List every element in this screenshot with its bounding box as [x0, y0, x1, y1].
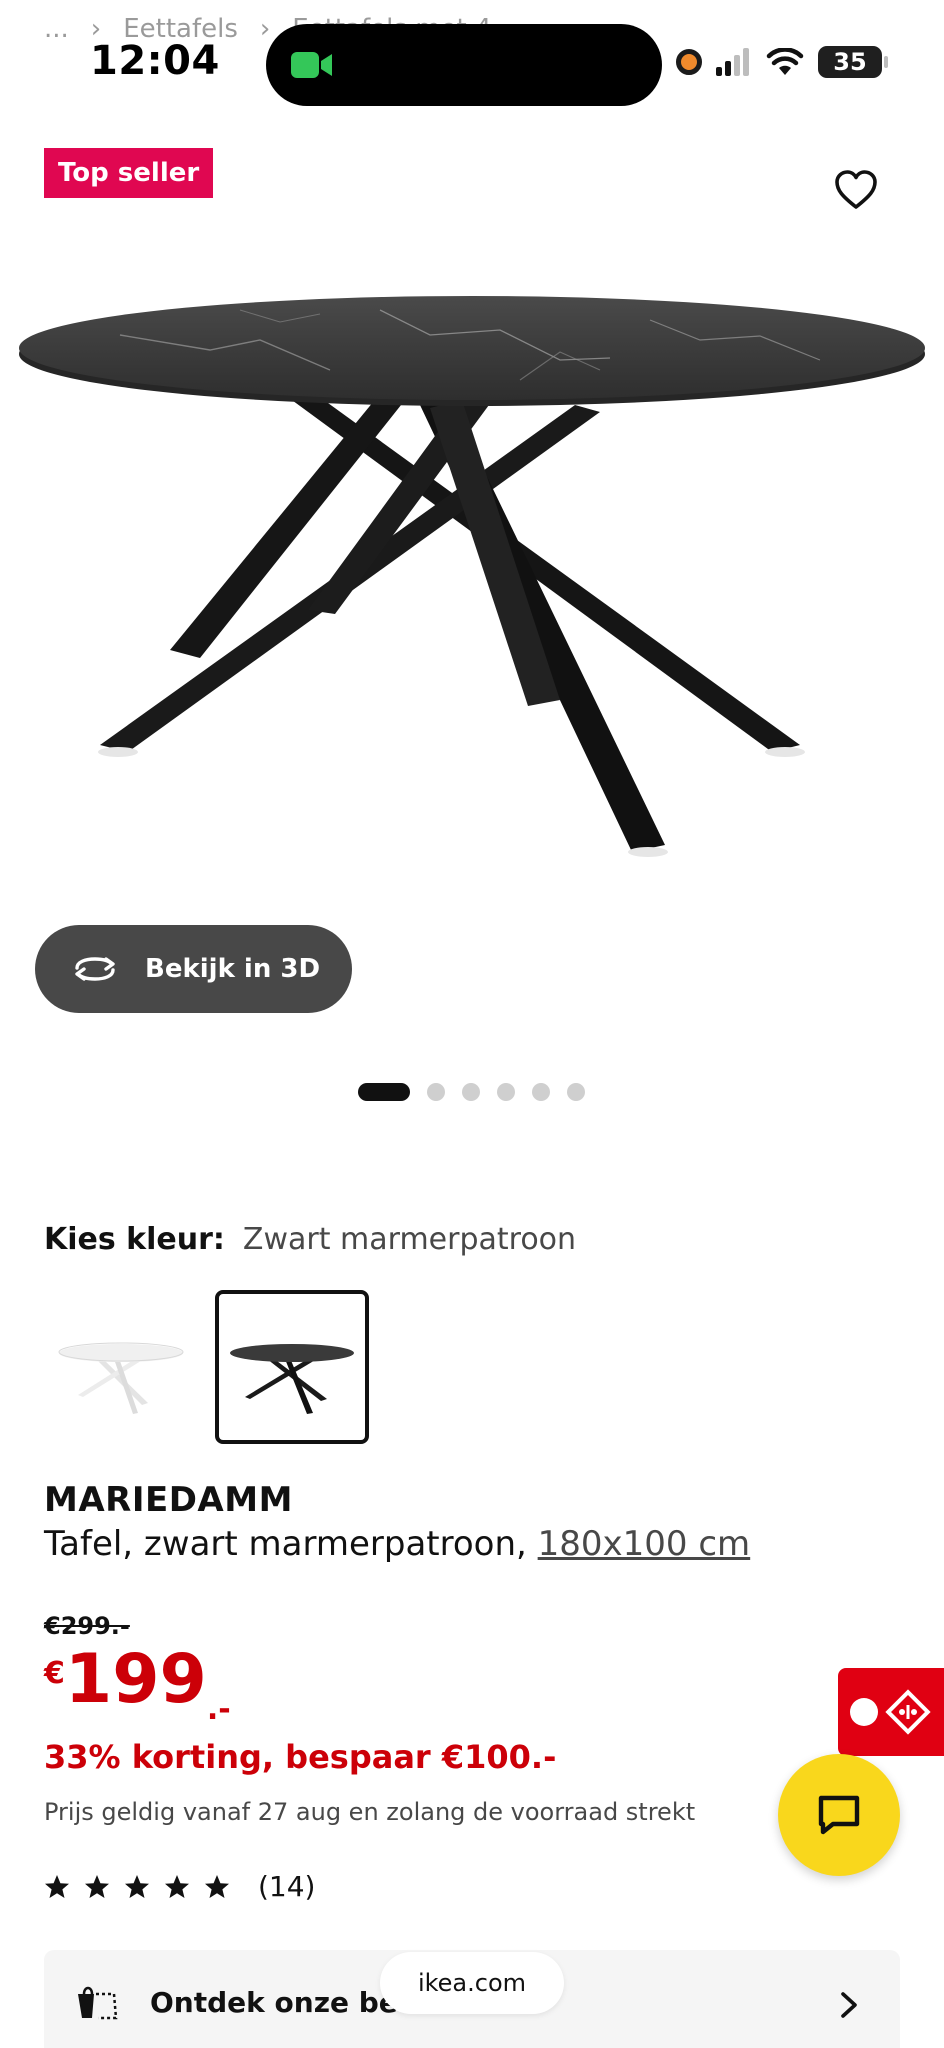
- price-currency: €: [44, 1656, 65, 1691]
- product-size-link[interactable]: 180x100 cm: [538, 1524, 751, 1564]
- cellular-signal-icon: [716, 48, 749, 76]
- carousel-dot-2[interactable]: [427, 1083, 445, 1101]
- view-in-3d-label: Bekijk in 3D: [145, 954, 321, 984]
- previous-price: €299.-: [44, 1612, 130, 1640]
- chat-button[interactable]: [778, 1754, 900, 1876]
- carousel-dot-4[interactable]: [497, 1083, 515, 1101]
- feedback-tab[interactable]: [838, 1668, 944, 1756]
- dynamic-island: [266, 24, 662, 106]
- carousel-pagination: [358, 1083, 585, 1101]
- view-in-3d-button[interactable]: Bekijk in 3D: [35, 925, 352, 1013]
- black-table-thumbnail: [230, 1344, 354, 1414]
- color-selector-heading: Kies kleur: Zwart marmerpatroon: [44, 1222, 576, 1257]
- price-amount: 199: [64, 1640, 207, 1719]
- heart-icon[interactable]: [832, 166, 880, 214]
- product-rating[interactable]: (14): [44, 1870, 315, 1903]
- status-bar: 12:04 35: [0, 0, 944, 110]
- color-label: Kies kleur:: [44, 1222, 225, 1257]
- product-description: Tafel, zwart marmerpatroon, 180x100 cm: [44, 1524, 750, 1564]
- product-image[interactable]: [0, 240, 944, 930]
- recording-indicator-icon: [676, 49, 702, 75]
- star-icon: [45, 1874, 69, 1898]
- shopping-bag-icon: [78, 1986, 118, 2020]
- chevron-right-icon: [841, 1992, 857, 2018]
- diamond-tag-icon: [885, 1689, 931, 1735]
- color-value: Zwart marmerpatroon: [242, 1222, 577, 1257]
- status-icons: 35: [676, 46, 888, 78]
- chat-icon: [818, 1795, 860, 1835]
- price-validity-text: Prijs geldig vanaf 27 aug en zolang de v…: [44, 1798, 696, 1826]
- battery-icon: 35: [818, 46, 888, 78]
- rotate-3d-icon: [75, 957, 115, 981]
- carousel-dot-6[interactable]: [567, 1083, 585, 1101]
- url-text: ikea.com: [417, 1969, 527, 1997]
- carousel-dot-3[interactable]: [462, 1083, 480, 1101]
- price-decimals: .-: [206, 1692, 231, 1727]
- color-swatch-white[interactable]: [44, 1290, 198, 1444]
- carousel-dot-1[interactable]: [358, 1083, 410, 1101]
- star-icon: [125, 1874, 149, 1898]
- product-name: MARIEDAMM: [44, 1480, 293, 1520]
- star-icon: [205, 1874, 229, 1898]
- status-time: 12:04: [90, 38, 220, 84]
- wifi-icon: [766, 48, 804, 75]
- star-icon: [85, 1874, 109, 1898]
- browser-url-bar[interactable]: ikea.com: [380, 1952, 564, 2014]
- white-table-thumbnail: [58, 1342, 184, 1414]
- color-swatch-black-marble[interactable]: [215, 1290, 369, 1444]
- star-icon: [165, 1874, 189, 1898]
- current-price: € 199 .-: [44, 1640, 231, 1728]
- product-description-text: Tafel, zwart marmerpatroon,: [44, 1524, 527, 1564]
- battery-level: 35: [833, 48, 867, 76]
- carousel-dot-5[interactable]: [532, 1083, 550, 1101]
- review-count: (14): [258, 1870, 316, 1903]
- top-seller-badge: Top seller: [44, 148, 214, 198]
- video-camera-icon: [291, 52, 332, 78]
- discount-text: 33% korting, bespaar €100.-: [44, 1738, 557, 1776]
